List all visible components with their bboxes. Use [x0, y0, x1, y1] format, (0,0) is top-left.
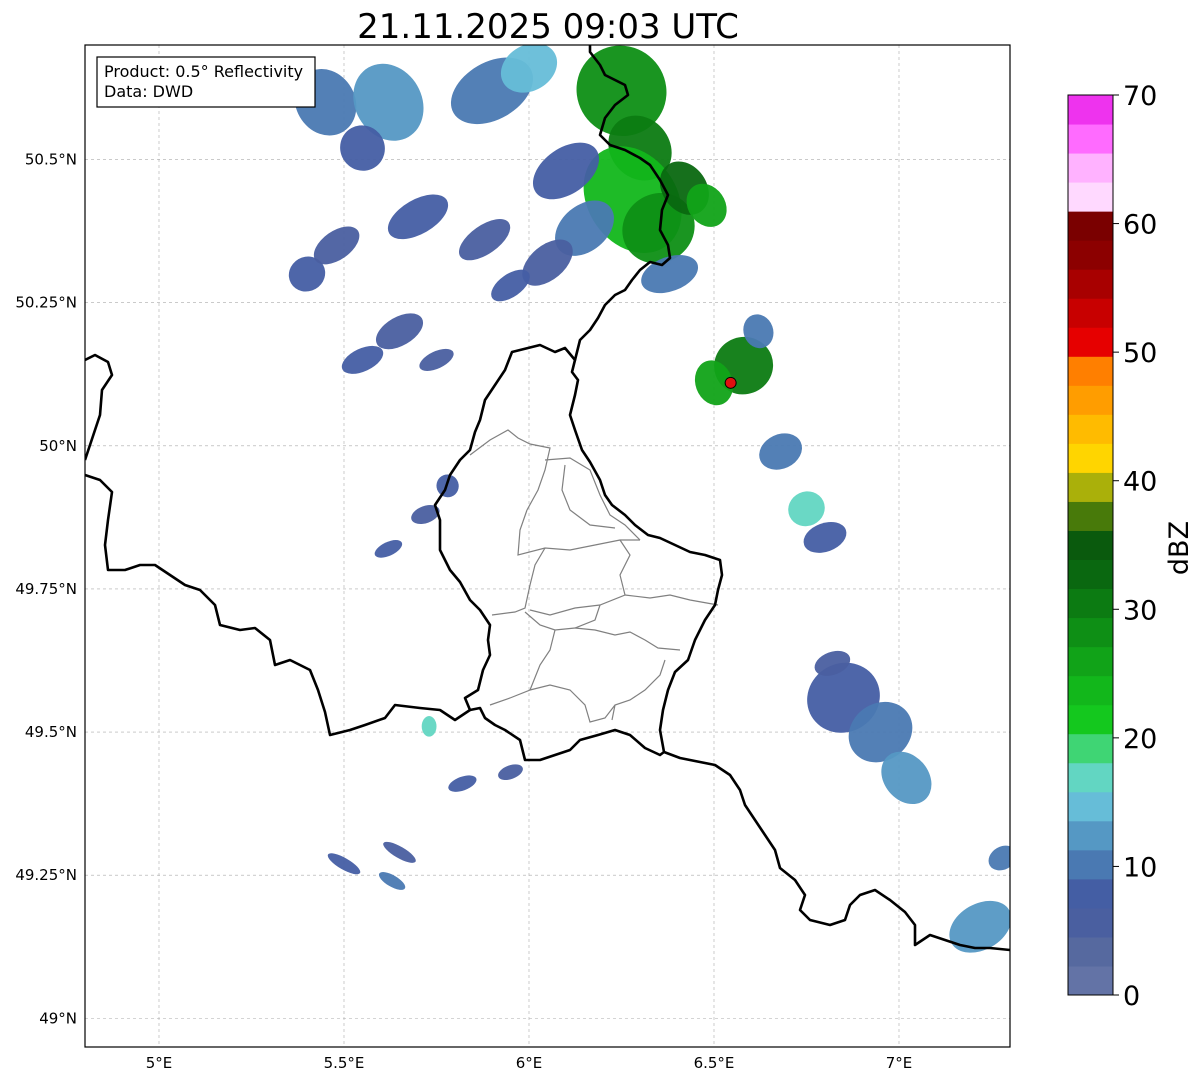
colorbar-tick-label: 30: [1123, 595, 1157, 626]
colorbar-tick-label: 60: [1123, 210, 1157, 241]
x-tick-label: 6.5°E: [694, 1054, 735, 1072]
colorbar-band: [1068, 298, 1113, 328]
colorbar-band: [1068, 704, 1113, 735]
colorbar-band: [1068, 878, 1113, 909]
colorbar-band: [1068, 153, 1113, 183]
colorbar: 0 10 20 30 40 50 60 70 dBZ: [1067, 81, 1195, 1012]
colorbar-band: [1068, 820, 1113, 851]
colorbar-band: [1068, 327, 1113, 357]
colorbar-band: [1068, 501, 1113, 531]
colorbar-label: dBZ: [1164, 521, 1195, 575]
legend-product: Product: 0.5° Reflectivity: [104, 62, 303, 81]
colorbar-band: [1068, 559, 1113, 590]
colorbar-ticks: 0 10 20 30 40 50 60 70: [1113, 81, 1157, 1012]
colorbar-band: [1068, 95, 1113, 125]
x-axis-ticks: 5°E 5.5°E 6°E 6.5°E 7°E: [146, 1054, 913, 1072]
map-title: 21.11.2025 09:03 UTC: [357, 7, 739, 47]
colorbar-band: [1068, 472, 1113, 502]
radar-figure: 21.11.2025 09:03 UTC 5°E 5.5°E 6°E 6.5°E…: [15, 7, 1195, 1072]
colorbar-tick-label: 40: [1123, 467, 1157, 498]
colorbar-band: [1068, 385, 1113, 415]
product-legend: Product: 0.5° Reflectivity Data: DWD: [96, 56, 316, 108]
colorbar-band: [1068, 356, 1113, 386]
reflectivity-echo: [421, 716, 437, 737]
colorbar-band: [1068, 588, 1113, 619]
colorbar-band: [1068, 182, 1113, 212]
colorbar-tick-label: 10: [1123, 852, 1157, 883]
colorbar-band: [1068, 791, 1113, 822]
colorbar-band: [1068, 240, 1113, 270]
colorbar-band: [1068, 733, 1113, 764]
colorbar-band: [1068, 965, 1113, 996]
colorbar-band: [1068, 936, 1113, 967]
colorbar-tick-label: 20: [1123, 724, 1157, 755]
colorbar-band: [1068, 269, 1113, 299]
colorbar-band: [1068, 646, 1113, 677]
colorbar-band: [1068, 414, 1113, 444]
x-tick-label: 6°E: [516, 1054, 543, 1072]
x-tick-label: 5.5°E: [324, 1054, 365, 1072]
colorbar-band: [1068, 124, 1113, 154]
legend-data-source: Data: DWD: [104, 82, 193, 101]
colorbar-tick-label: 50: [1123, 338, 1157, 369]
y-tick-label: 49°N: [39, 1009, 77, 1027]
y-tick-label: 50°N: [39, 437, 77, 455]
colorbar-tick-label: 70: [1123, 81, 1157, 112]
colorbar-band: [1068, 443, 1113, 473]
x-tick-label: 7°E: [886, 1054, 913, 1072]
colorbar-band: [1068, 211, 1113, 241]
y-tick-label: 50.25°N: [15, 294, 77, 312]
map-area[interactable]: [84, 27, 1021, 1048]
radar-site-marker[interactable]: [724, 376, 737, 389]
colorbar-band: [1068, 907, 1113, 938]
y-tick-label: 49.75°N: [15, 580, 77, 598]
colorbar-band: [1068, 675, 1113, 706]
colorbar-bands: [1068, 95, 1113, 996]
colorbar-band: [1068, 617, 1113, 648]
colorbar-band: [1068, 849, 1113, 880]
y-tick-label: 49.5°N: [25, 723, 77, 741]
colorbar-tick-label: 0: [1123, 981, 1140, 1012]
y-axis-ticks: 49°N 49.25°N 49.5°N 49.75°N 50°N 50.25°N 50.5°…: [15, 151, 77, 1028]
y-tick-label: 50.5°N: [25, 151, 77, 169]
colorbar-band: [1068, 762, 1113, 793]
x-tick-label: 5°E: [146, 1054, 173, 1072]
y-tick-label: 49.25°N: [15, 866, 77, 884]
colorbar-band: [1068, 530, 1113, 561]
